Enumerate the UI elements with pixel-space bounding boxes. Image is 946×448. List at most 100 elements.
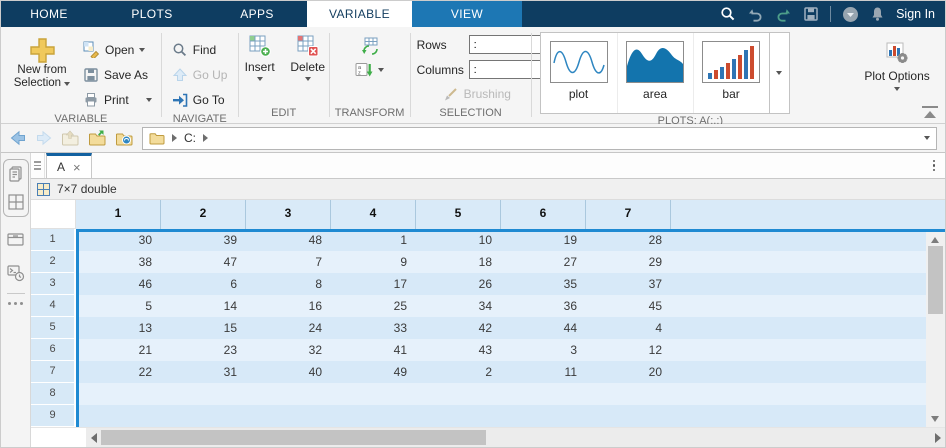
row-header-4[interactable]: 4 <box>31 295 76 317</box>
search-icon[interactable] <box>720 6 736 22</box>
print-button[interactable]: Print <box>79 87 156 112</box>
plot-options-button[interactable]: Plot Options <box>854 33 940 91</box>
tab-plots[interactable]: PLOTS <box>97 1 207 27</box>
find-button[interactable]: Find <box>168 37 232 62</box>
row-header-9[interactable]: 9 <box>31 405 76 427</box>
document-actions-icon[interactable] <box>932 159 935 172</box>
sign-in-link[interactable]: Sign In <box>896 7 935 21</box>
address-dropdown-caret[interactable] <box>924 136 930 140</box>
cell-3-1[interactable]: 46 <box>76 273 161 295</box>
cell-6-2[interactable]: 23 <box>161 339 246 361</box>
column-header-6[interactable]: 6 <box>501 200 586 229</box>
forward-button[interactable] <box>35 129 53 147</box>
cell-5-1[interactable]: 13 <box>76 317 161 339</box>
cell-1-1[interactable]: 30 <box>76 229 161 251</box>
cell-3-6[interactable]: 35 <box>501 273 586 295</box>
cell-7-4[interactable]: 49 <box>331 361 416 383</box>
cell-4-4[interactable]: 25 <box>331 295 416 317</box>
document-tab-A[interactable]: A × <box>46 153 92 178</box>
cell-7-5[interactable]: 2 <box>416 361 501 383</box>
cell-8-3[interactable] <box>246 383 331 405</box>
cell-3-5[interactable]: 26 <box>416 273 501 295</box>
address-field[interactable]: C: <box>142 126 937 150</box>
cell-4-2[interactable]: 14 <box>161 295 246 317</box>
cell-5-6[interactable]: 44 <box>501 317 586 339</box>
cell-4-3[interactable]: 16 <box>246 295 331 317</box>
tabstrip-menu-icon[interactable] <box>31 153 45 178</box>
cell-1-4[interactable]: 1 <box>331 229 416 251</box>
cell-9-1[interactable] <box>76 405 161 427</box>
cell-4-7[interactable]: 45 <box>586 295 671 317</box>
cell-6-1[interactable]: 21 <box>76 339 161 361</box>
cell-3-3[interactable]: 8 <box>246 273 331 295</box>
cell-2-3[interactable]: 7 <box>246 251 331 273</box>
close-tab-icon[interactable]: × <box>73 160 81 175</box>
cell-9-3[interactable] <box>246 405 331 427</box>
sort-button[interactable]: az <box>355 61 385 79</box>
column-header-5[interactable]: 5 <box>416 200 501 229</box>
tab-home[interactable]: HOME <box>1 1 97 27</box>
tab-apps[interactable]: APPS <box>207 1 307 27</box>
brushing-button[interactable]: Brushing <box>443 82 511 106</box>
tab-view[interactable]: VIEW <box>412 1 522 27</box>
cell-9-5[interactable] <box>416 405 501 427</box>
cell-3-2[interactable]: 6 <box>161 273 246 295</box>
insert-button[interactable]: Insert <box>239 33 281 81</box>
cell-8-7[interactable] <box>586 383 671 405</box>
cell-3-4[interactable]: 17 <box>331 273 416 295</box>
vertical-scroll-thumb[interactable] <box>928 246 943 314</box>
variables-panel-icon[interactable] <box>6 192 26 212</box>
cell-4-1[interactable]: 5 <box>76 295 161 317</box>
gallery-expand-button[interactable] <box>768 33 789 113</box>
undo-icon[interactable] <box>747 7 764 22</box>
notifications-bell-icon[interactable] <box>870 6 885 22</box>
cell-8-1[interactable] <box>76 383 161 405</box>
scroll-up-arrow[interactable] <box>931 237 939 243</box>
open-button[interactable]: Open <box>79 37 156 62</box>
new-from-selection-button[interactable]: New from Selection <box>5 33 79 90</box>
cell-8-5[interactable] <box>416 383 501 405</box>
breadcrumb-drive[interactable]: C: <box>184 131 196 145</box>
cell-8-4[interactable] <box>331 383 416 405</box>
cell-4-6[interactable]: 36 <box>501 295 586 317</box>
row-header-2[interactable]: 2 <box>31 251 76 273</box>
cell-2-2[interactable]: 47 <box>161 251 246 273</box>
cell-5-7[interactable]: 4 <box>586 317 671 339</box>
cell-4-5[interactable]: 34 <box>416 295 501 317</box>
cell-1-6[interactable]: 19 <box>501 229 586 251</box>
gallery-item-bar[interactable]: bar <box>692 33 769 113</box>
delete-button[interactable]: Delete <box>287 33 329 81</box>
row-header-8[interactable]: 8 <box>31 383 76 405</box>
tab-variable[interactable]: VARIABLE <box>307 1 412 27</box>
row-header-5[interactable]: 5 <box>31 317 76 339</box>
cell-2-5[interactable]: 18 <box>416 251 501 273</box>
go-up-button[interactable]: Go Up <box>168 62 232 87</box>
column-header-3[interactable]: 3 <box>246 200 331 229</box>
cell-2-4[interactable]: 9 <box>331 251 416 273</box>
cell-5-2[interactable]: 15 <box>161 317 246 339</box>
cell-2-7[interactable]: 29 <box>586 251 671 273</box>
documents-panel-icon[interactable] <box>6 164 26 184</box>
cell-8-2[interactable] <box>161 383 246 405</box>
command-history-panel-icon[interactable] <box>6 263 26 283</box>
column-header-1[interactable]: 1 <box>76 200 161 229</box>
column-header-4[interactable]: 4 <box>331 200 416 229</box>
cell-1-7[interactable]: 28 <box>586 229 671 251</box>
go-to-button[interactable]: Go To <box>168 87 232 112</box>
save-as-button[interactable]: Save As <box>79 62 156 87</box>
horizontal-scroll-track[interactable] <box>101 428 930 447</box>
cell-5-3[interactable]: 24 <box>246 317 331 339</box>
cell-7-6[interactable]: 11 <box>501 361 586 383</box>
cell-6-7[interactable]: 12 <box>586 339 671 361</box>
cell-2-1[interactable]: 38 <box>76 251 161 273</box>
cell-6-6[interactable]: 3 <box>501 339 586 361</box>
row-header-6[interactable]: 6 <box>31 339 76 361</box>
grid-corner-cell[interactable] <box>31 200 76 229</box>
cell-9-2[interactable] <box>161 405 246 427</box>
cell-6-4[interactable]: 41 <box>331 339 416 361</box>
cell-6-3[interactable]: 32 <box>246 339 331 361</box>
collapse-ribbon-button[interactable] <box>922 106 938 118</box>
cell-5-5[interactable]: 42 <box>416 317 501 339</box>
column-header-2[interactable]: 2 <box>161 200 246 229</box>
cell-7-7[interactable]: 20 <box>586 361 671 383</box>
